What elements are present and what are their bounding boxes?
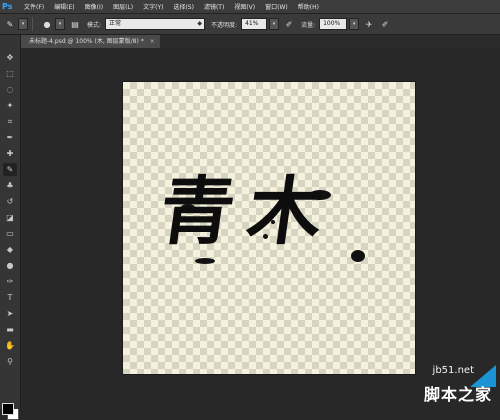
divider: [32, 17, 33, 31]
menu-layer[interactable]: 图层(L): [113, 2, 133, 11]
menu-window[interactable]: 窗口(W): [265, 2, 288, 11]
watermark-text: 脚本之家: [423, 385, 492, 404]
path-selection-tool-icon[interactable]: ➤: [3, 307, 17, 320]
menu-type[interactable]: 文字(Y): [143, 2, 163, 11]
options-bar: ✎ ▾ ● ▾ ▤ 模式: 正常 ◆ 不透明度: 41% ▾ ✐ 流量: 100…: [0, 14, 500, 35]
close-icon[interactable]: ×: [150, 35, 155, 48]
flow-label: 流量:: [301, 21, 316, 29]
crop-tool-icon[interactable]: ⌗: [3, 115, 17, 128]
airbrush-icon[interactable]: ✈: [363, 18, 375, 30]
menu-view[interactable]: 视图(V): [234, 2, 255, 11]
opacity-input[interactable]: 41%: [241, 18, 268, 30]
rectangle-tool-icon[interactable]: ▬: [3, 323, 17, 336]
quick-select-tool-icon[interactable]: ✦: [3, 99, 17, 112]
menu-help[interactable]: 帮助(H): [298, 2, 319, 11]
blend-mode-value: 正常: [109, 20, 122, 27]
opacity-label: 不透明度:: [211, 21, 238, 29]
flow-input[interactable]: 100%: [319, 18, 348, 30]
pen-tool-icon[interactable]: ✑: [3, 275, 17, 288]
opacity-value: 41%: [245, 20, 259, 27]
eyedropper-tool-icon[interactable]: ✒: [3, 131, 17, 144]
opacity-slider-toggle[interactable]: ▾: [269, 18, 280, 30]
history-brush-tool-icon[interactable]: ↺: [3, 195, 17, 208]
type-tool-icon[interactable]: T: [3, 291, 17, 304]
blend-mode-select[interactable]: 正常 ◆: [105, 18, 206, 30]
tool-preset-dropdown[interactable]: ▾: [18, 18, 28, 30]
dodge-tool-icon[interactable]: ●: [3, 259, 17, 272]
menu-filter[interactable]: 滤镜(T): [204, 2, 224, 11]
calligraphy-artwork: 青木: [154, 169, 343, 255]
move-tool-icon[interactable]: ✥: [3, 51, 17, 64]
eraser-tool-icon[interactable]: ◪: [3, 211, 17, 224]
flow-slider-toggle[interactable]: ▾: [349, 18, 360, 30]
healing-brush-tool-icon[interactable]: ✚: [3, 147, 17, 160]
clone-stamp-tool-icon[interactable]: ♣: [3, 179, 17, 192]
menu-edit[interactable]: 编辑(E): [54, 2, 74, 11]
menu-select[interactable]: 选择(S): [173, 2, 194, 11]
pressure-size-icon[interactable]: ✐: [379, 18, 391, 30]
marquee-tool-icon[interactable]: ⬚: [3, 67, 17, 80]
zoom-tool-icon[interactable]: ⚲: [3, 355, 17, 368]
photoshop-logo: Ps: [2, 1, 13, 11]
tools-panel: ✥ ⬚ ◌ ✦ ⌗ ✒ ✚ ✎ ♣ ↺ ◪ ▭ ◆ ● ✑ T ➤ ▬ ✋ ⚲: [0, 35, 21, 420]
ink-splatter: [351, 250, 365, 262]
hand-tool-icon[interactable]: ✋: [3, 339, 17, 352]
gradient-tool-icon[interactable]: ▭: [3, 227, 17, 240]
site-watermark: jb51.net 脚本之家: [366, 365, 496, 405]
menu-image[interactable]: 图像(I): [85, 2, 103, 11]
document-tab-title: 未标题-4.psd @ 100% (木, 图层蒙版/8) *: [29, 38, 144, 45]
menu-bar: Ps 文件(F) 编辑(E) 图像(I) 图层(L) 文字(Y) 选择(S) 滤…: [0, 0, 500, 14]
brush-preset-picker-icon[interactable]: ●: [41, 18, 53, 30]
brush-tool-icon[interactable]: ✎: [4, 18, 16, 30]
pressure-opacity-icon[interactable]: ✐: [283, 18, 295, 30]
brush-tool-icon[interactable]: ✎: [3, 163, 17, 176]
document-tab[interactable]: 未标题-4.psd @ 100% (木, 图层蒙版/8) * ×: [21, 35, 160, 48]
foreground-color-swatch[interactable]: [2, 403, 14, 415]
document-canvas[interactable]: 青木: [123, 82, 415, 374]
watermark-url: jb51.net: [432, 365, 474, 376]
blur-tool-icon[interactable]: ◆: [3, 243, 17, 256]
brush-panel-icon[interactable]: ▤: [69, 18, 81, 30]
lasso-tool-icon[interactable]: ◌: [3, 83, 17, 96]
flow-value: 100%: [323, 20, 341, 27]
document-tab-bar: 未标题-4.psd @ 100% (木, 图层蒙版/8) * ×: [21, 35, 500, 48]
brush-size-dropdown[interactable]: ▾: [55, 18, 65, 30]
chevron-down-icon: ◆: [197, 20, 203, 27]
mode-label: 模式:: [87, 21, 102, 29]
menu-file[interactable]: 文件(F): [24, 2, 44, 11]
